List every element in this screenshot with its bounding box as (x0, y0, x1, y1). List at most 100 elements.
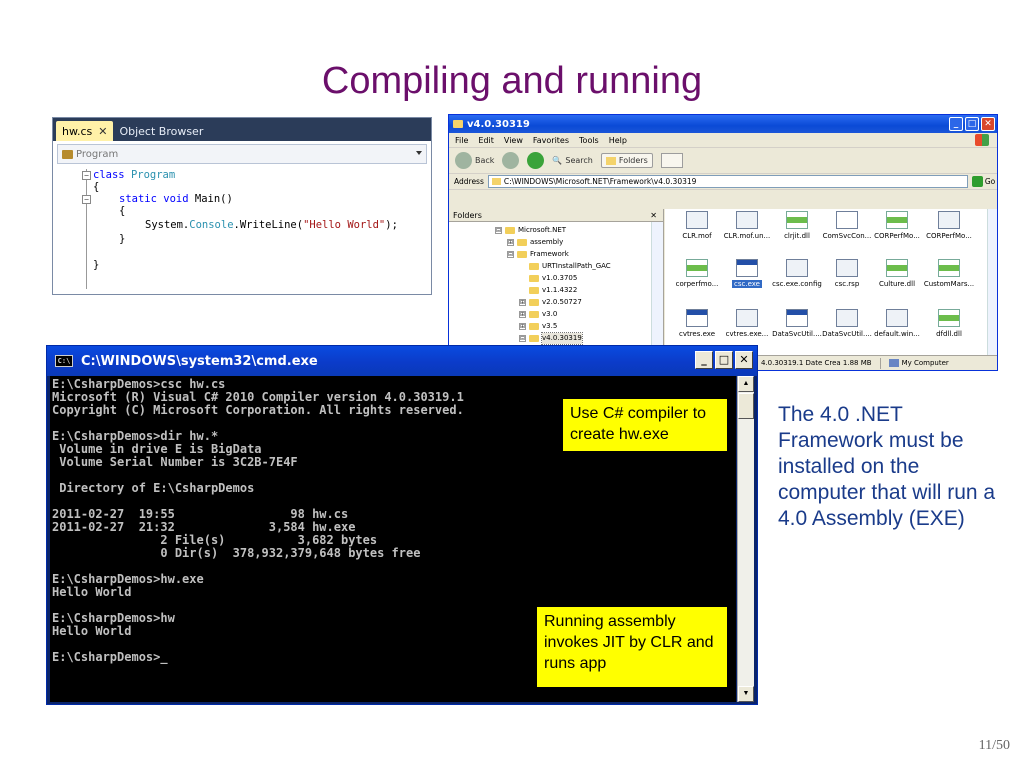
file-item[interactable]: CORPerfMo... (869, 211, 925, 240)
dll-icon (886, 211, 908, 229)
editor-tab-strip: hw.cs ✕ Object Browser (53, 118, 431, 141)
file-item[interactable]: clrjit.dll (769, 211, 825, 240)
explorer-window: v4.0.30319 _ □ ✕ File Edit View Favorite… (448, 114, 998, 371)
tree-item[interactable]: ⊟ Framework (507, 249, 569, 260)
tree-scrollbar[interactable] (651, 222, 663, 357)
file-item-selected[interactable]: csc.exe (719, 259, 775, 290)
menu-favorites[interactable]: Favorites (533, 136, 569, 145)
maximize-button[interactable]: □ (965, 117, 979, 131)
tab-hw-cs[interactable]: hw.cs ✕ (56, 121, 114, 141)
file-icon (836, 259, 858, 277)
dll-icon (938, 259, 960, 277)
forward-arrow-icon (502, 152, 520, 169)
slide-title: Compiling and running (321, 60, 703, 102)
code-line: class Program (93, 169, 176, 181)
address-input[interactable]: C:\WINDOWS\Microsoft.NET\Framework\v4.0.… (487, 175, 968, 188)
tab-object-browser[interactable]: Object Browser (113, 121, 209, 141)
scroll-up-button[interactable]: ▲ (738, 376, 754, 392)
folder-icon (529, 311, 539, 318)
close-button[interactable]: ✕ (735, 351, 753, 369)
file-item[interactable]: DataSvcUtil.... (769, 309, 825, 338)
file-item[interactable]: ComSvcCon... (819, 211, 875, 240)
minimize-button[interactable]: _ (949, 117, 963, 131)
back-arrow-icon (455, 152, 472, 169)
views-button[interactable] (660, 153, 683, 168)
tree-item[interactable]: v1.1.4322 (519, 285, 577, 296)
back-button[interactable]: Back (455, 152, 494, 169)
file-list-scrollbar[interactable] (987, 209, 997, 357)
folder-icon (529, 263, 539, 270)
file-item[interactable]: dfdll.dll (921, 309, 977, 338)
up-folder-button[interactable] (527, 152, 545, 169)
close-icon[interactable]: ✕ (650, 209, 657, 222)
console-line: Copyright (C) Microsoft Corporation. All… (52, 403, 464, 417)
outline-line (86, 169, 87, 289)
file-icon (736, 309, 758, 327)
folder-icon (517, 239, 527, 246)
code-line: } (93, 259, 100, 271)
dll-icon (886, 259, 908, 277)
file-list: CLR.mof CLR.mof.un... clrjit.dll ComSvcC… (665, 209, 997, 357)
scroll-down-button[interactable]: ▼ (738, 686, 754, 702)
tree-item[interactable]: URTInstallPath_GAC (519, 261, 611, 272)
folder-icon (453, 120, 463, 128)
scroll-thumb[interactable] (738, 393, 754, 419)
menu-file[interactable]: File (455, 136, 468, 145)
file-icon (836, 309, 858, 327)
file-item[interactable]: DataSvcUtil.... (819, 309, 875, 338)
type-navigation-dropdown[interactable]: Program (57, 144, 427, 164)
menu-view[interactable]: View (504, 136, 523, 145)
chevron-down-icon[interactable] (416, 151, 422, 155)
file-item[interactable]: CustomMars... (921, 259, 977, 288)
toolbar: Back 🔍 Search Folders (449, 148, 997, 174)
file-item[interactable]: cvtres.exe (669, 309, 725, 338)
menu-help[interactable]: Help (609, 136, 627, 145)
menu-edit[interactable]: Edit (478, 136, 494, 145)
file-item[interactable]: cvtres.exe... (719, 309, 775, 338)
close-button[interactable]: ✕ (981, 117, 995, 131)
tree-item-selected[interactable]: ⊟ v4.0.30319 (519, 332, 583, 345)
file-icon (836, 211, 858, 229)
up-folder-icon (527, 152, 545, 169)
exe-icon (686, 309, 708, 327)
forward-button[interactable] (502, 152, 520, 169)
console-line: Hello World (52, 624, 132, 638)
computer-icon (888, 359, 899, 367)
file-item[interactable]: Culture.dll (869, 259, 925, 288)
file-item[interactable]: corperfmo... (669, 259, 725, 288)
cmd-title-bar[interactable]: C:\ C:\WINDOWS\system32\cmd.exe _ □ ✕ (47, 346, 757, 376)
tree-item[interactable]: ⊞ v2.0.50727 (519, 297, 582, 308)
file-item[interactable]: CLR.mof (669, 211, 725, 240)
tree-item[interactable]: ⊞ assembly (507, 237, 563, 248)
search-icon: 🔍 (552, 156, 563, 165)
tree-item[interactable]: ⊟ Microsoft.NET (495, 225, 566, 236)
code-area[interactable]: − − class Program { static void Main() {… (53, 167, 431, 293)
console-scrollbar[interactable]: ▲ ▼ (737, 376, 754, 702)
search-button[interactable]: 🔍 Search (552, 156, 592, 165)
minimize-button[interactable]: _ (695, 351, 713, 369)
file-icon (886, 309, 908, 327)
menu-tools[interactable]: Tools (579, 136, 599, 145)
file-item[interactable]: csc.exe.config (769, 259, 825, 288)
folder-tree: Folders ✕ ⊟ Microsoft.NET ⊞ assembly ⊟ Fram… (449, 209, 664, 357)
folders-button[interactable]: Folders (600, 153, 653, 168)
folder-icon (529, 299, 539, 306)
file-item[interactable]: CLR.mof.un... (719, 211, 775, 240)
collapse-icon[interactable]: − (82, 171, 91, 180)
address-bar: Address C:\WINDOWS\Microsoft.NET\Framewo… (449, 174, 997, 190)
close-icon[interactable]: ✕ (98, 125, 107, 138)
file-icon (686, 211, 708, 229)
tree-item[interactable]: v1.0.3705 (519, 273, 577, 284)
tree-item[interactable]: ⊞ v3.5 (519, 321, 557, 332)
explorer-title-bar[interactable]: v4.0.30319 _ □ ✕ (449, 115, 997, 133)
code-line: { (119, 205, 126, 217)
file-item[interactable]: CORPerfMo... (921, 211, 977, 240)
maximize-button[interactable]: □ (715, 351, 733, 369)
window-title: v4.0.30319 (467, 118, 530, 130)
file-item[interactable]: default.win... (869, 309, 925, 338)
go-button[interactable]: Go (971, 176, 995, 187)
collapse-icon[interactable]: − (82, 195, 91, 204)
tree-item[interactable]: ⊞ v3.0 (519, 309, 557, 320)
file-item[interactable]: csc.rsp (819, 259, 875, 288)
compile-callout: Use C# compiler to create hw.exe (562, 398, 728, 452)
